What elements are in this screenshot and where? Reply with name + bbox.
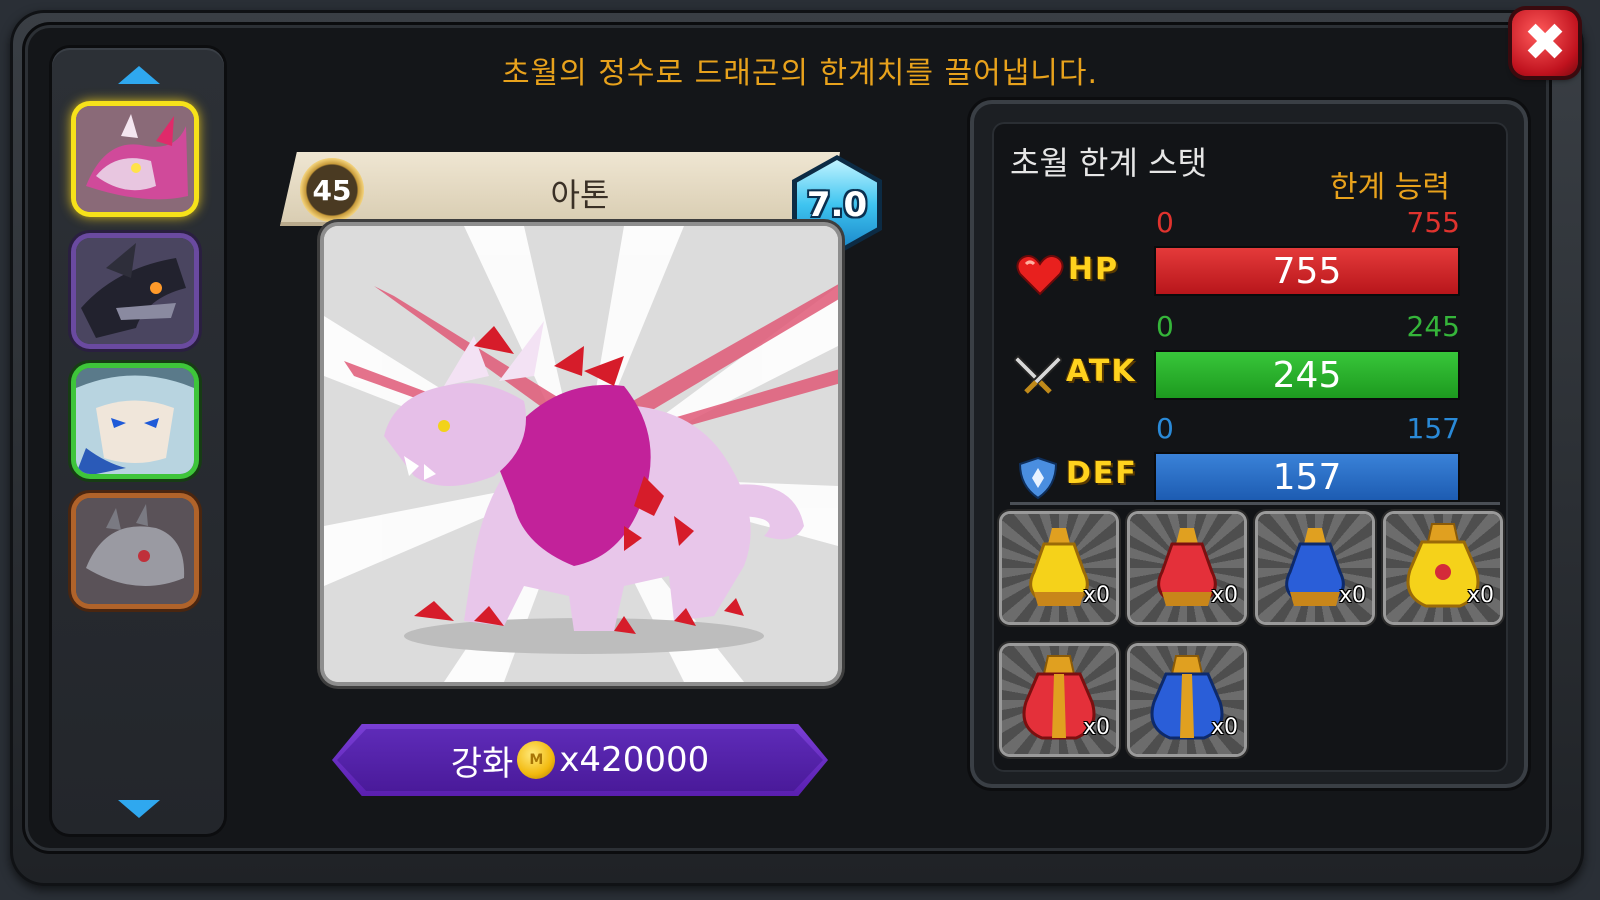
roster-item-blue-beast[interactable] xyxy=(76,368,194,474)
potion-slot-large-blue[interactable]: x0 xyxy=(1130,646,1244,754)
scroll-up-arrow-icon[interactable] xyxy=(118,66,160,84)
close-icon: ✖ xyxy=(1523,13,1567,73)
heart-icon xyxy=(1016,255,1064,296)
atk-bar: 245 xyxy=(1156,352,1458,398)
stats-title: 초월 한계 스탯 xyxy=(1010,144,1207,182)
def-min: 0 xyxy=(1156,412,1174,445)
atk-label: ATK xyxy=(1066,354,1137,389)
potion-slot-red[interactable]: x0 xyxy=(1130,514,1244,622)
potion-count: x0 xyxy=(1210,715,1238,740)
pink-dragon-portrait xyxy=(76,106,194,212)
hp-max: 755 xyxy=(1406,206,1460,239)
roster-item-dark-dragon[interactable] xyxy=(76,238,194,344)
level-badge: 45 xyxy=(300,158,364,222)
potion-slot-large-yellow[interactable]: x0 xyxy=(1386,514,1500,622)
def-max: 157 xyxy=(1406,412,1460,445)
dark-dragon-portrait xyxy=(76,238,194,344)
blue-beast-portrait xyxy=(76,368,194,474)
def-label: DEF xyxy=(1066,456,1138,491)
potion-slot-yellow[interactable]: x0 xyxy=(1002,514,1116,622)
upgrade-cost: x420000 xyxy=(559,740,710,780)
def-bar: 157 xyxy=(1156,454,1458,500)
hp-min: 0 xyxy=(1156,206,1174,239)
potion-count: x0 xyxy=(1210,583,1238,608)
dragon-name: 아톤 xyxy=(550,176,610,214)
potion-count: x0 xyxy=(1082,715,1110,740)
hp-bar: 755 xyxy=(1156,248,1458,294)
crossed-swords-icon xyxy=(1014,354,1062,394)
hp-label: HP xyxy=(1068,252,1120,287)
gold-coin-icon: M xyxy=(517,741,556,779)
potion-count: x0 xyxy=(1466,583,1494,608)
atk-min: 0 xyxy=(1156,310,1174,343)
stats-divider xyxy=(1010,502,1500,505)
scroll-down-arrow-icon[interactable] xyxy=(118,800,160,818)
potion-count: x0 xyxy=(1338,583,1366,608)
limit-ability-label: 한계 능력 xyxy=(1330,170,1450,205)
potion-count: x0 xyxy=(1082,583,1110,608)
gray-dragon-portrait xyxy=(76,498,194,604)
atk-max: 245 xyxy=(1406,310,1460,343)
dragon-roster xyxy=(52,48,224,834)
roster-item-pink-dragon[interactable] xyxy=(76,106,194,212)
potion-slot-large-red[interactable]: x0 xyxy=(1002,646,1116,754)
potion-slot-blue[interactable]: x0 xyxy=(1258,514,1372,622)
dragon-image xyxy=(324,226,838,682)
shield-icon xyxy=(1018,456,1058,500)
upgrade-label: 강화 xyxy=(450,743,514,784)
close-button[interactable]: ✖ xyxy=(1512,10,1578,76)
roster-item-gray-dragon[interactable] xyxy=(76,498,194,604)
upgrade-button[interactable]: 강화 M x420000 xyxy=(332,724,828,796)
header-message: 초월의 정수로 드래곤의 한계치를 끌어냅니다. xyxy=(501,56,1099,91)
